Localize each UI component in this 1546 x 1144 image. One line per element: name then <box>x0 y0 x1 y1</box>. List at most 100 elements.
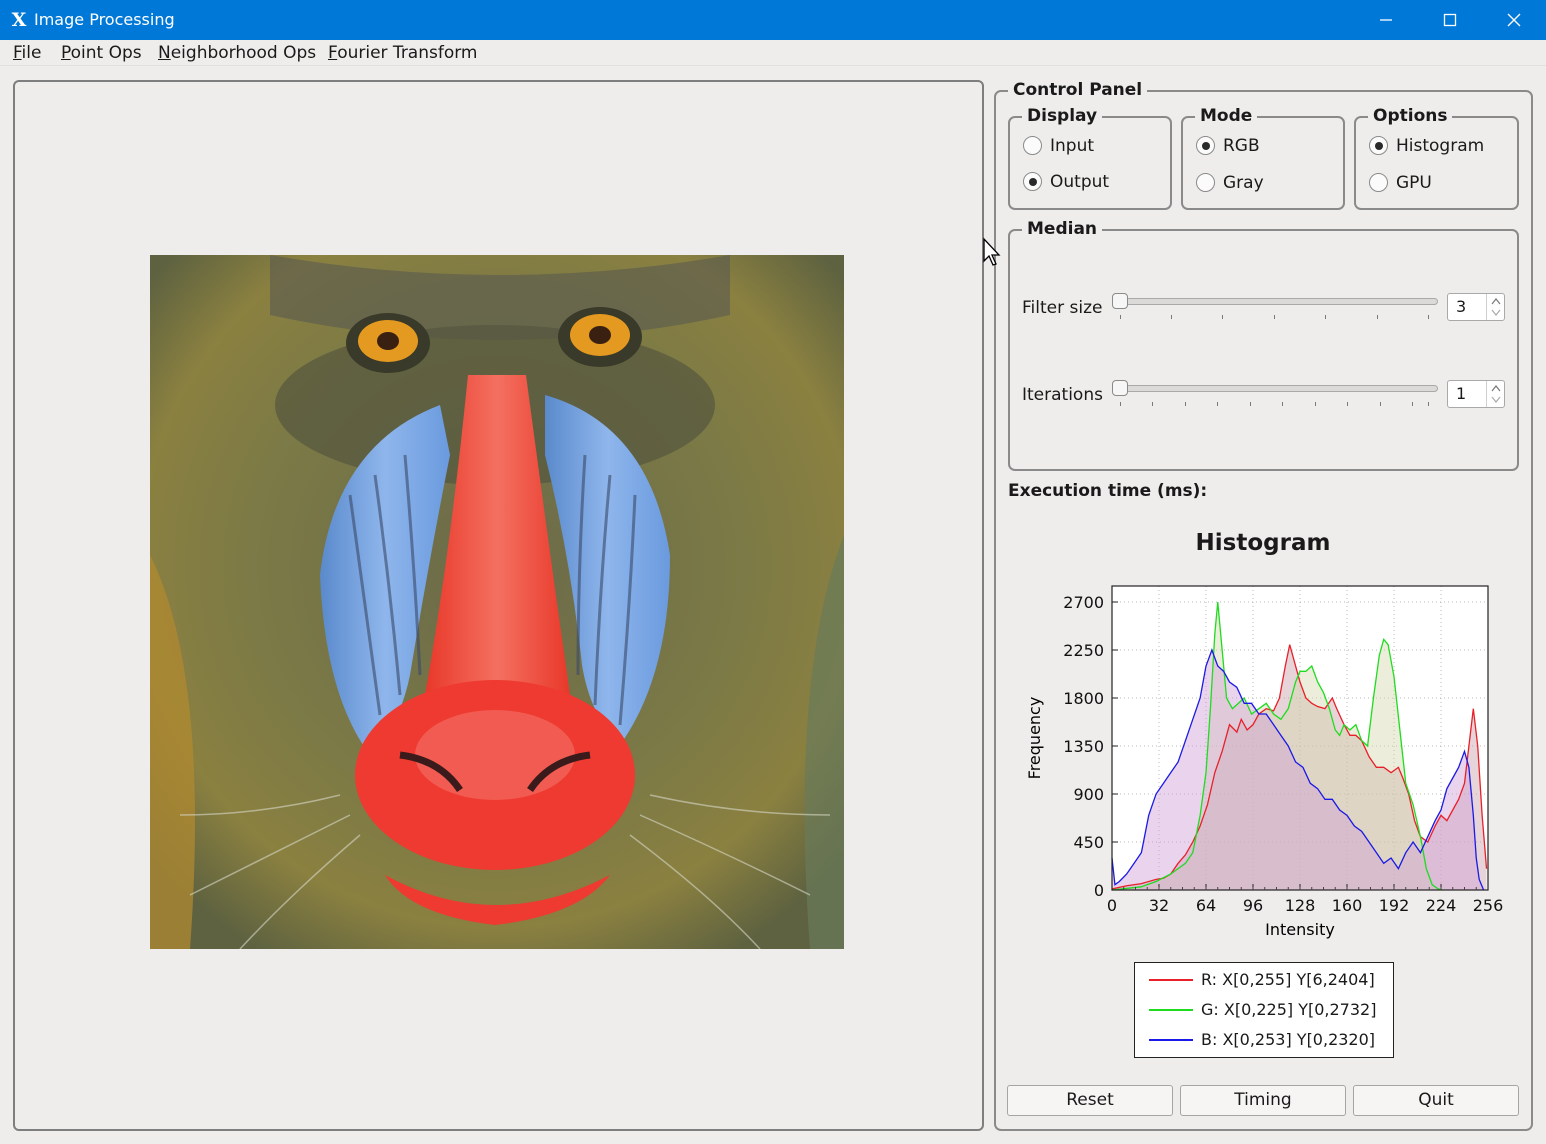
menu-file[interactable]: File <box>13 43 41 63</box>
mode-group-title: Mode <box>1195 106 1258 126</box>
execution-time-label: Execution time (ms): <box>1008 481 1208 501</box>
slider-tick <box>1347 402 1348 406</box>
menu-neighborhood-ops[interactable]: Neighborhood Ops <box>158 43 316 63</box>
radio-rgb-label: RGB <box>1223 136 1260 156</box>
radio-gpu-button[interactable] <box>1369 173 1388 192</box>
x-tick-label: 128 <box>1285 896 1316 915</box>
output-image <box>150 255 844 949</box>
spin-arrows[interactable] <box>1486 294 1504 320</box>
display-group: Display Input Output <box>1008 106 1172 210</box>
legend-text-b: B: X[0,253] Y[0,2320] <box>1201 1030 1376 1049</box>
x-app-icon: X <box>11 9 27 31</box>
radio-gpu-label: GPU <box>1396 173 1432 193</box>
filter-size-slider-handle[interactable] <box>1112 293 1128 309</box>
menu-point-ops[interactable]: Point Ops <box>61 43 142 63</box>
slider-tick <box>1120 402 1121 406</box>
legend-line-r <box>1149 979 1193 981</box>
slider-tick <box>1274 315 1275 319</box>
minimize-icon <box>1380 19 1392 21</box>
options-group: Options Histogram GPU <box>1354 106 1519 210</box>
radio-output-button[interactable] <box>1023 172 1042 191</box>
iterations-slider[interactable] <box>1114 385 1438 392</box>
slider-tick <box>1120 315 1121 319</box>
y-tick-label: 450 <box>1073 833 1104 852</box>
radio-input-label: Input <box>1050 136 1095 156</box>
y-tick-label: 2700 <box>1063 593 1104 612</box>
menu-bar: File Point Ops Neighborhood Ops Fourier … <box>0 40 1546 66</box>
mandrill-image <box>150 255 844 949</box>
legend-line-g <box>1149 1009 1193 1011</box>
radio-histogram-button[interactable] <box>1369 136 1388 155</box>
mode-group: Mode RGB Gray <box>1181 106 1345 210</box>
timing-button[interactable]: Timing <box>1180 1085 1346 1116</box>
legend-text-g: G: X[0,225] Y[0,2732] <box>1201 1000 1377 1019</box>
y-axis-label: Frequency <box>1025 697 1044 780</box>
minimize-button[interactable] <box>1354 0 1418 40</box>
chart-title: Histogram <box>1195 530 1331 556</box>
slider-tick <box>1428 402 1429 406</box>
median-group: Median Filter size 3 Iterations 1 <box>1008 219 1519 471</box>
mouse-cursor-icon <box>983 237 1001 266</box>
display-group-title: Display <box>1022 106 1103 126</box>
spin-arrows-icon <box>1491 298 1501 316</box>
legend-text-r: R: X[0,255] Y[6,2404] <box>1201 970 1375 989</box>
close-button[interactable] <box>1482 0 1546 40</box>
slider-tick <box>1171 315 1172 319</box>
slider-tick <box>1325 315 1326 319</box>
slider-tick <box>1185 402 1186 406</box>
iterations-label: Iterations <box>1022 385 1103 405</box>
filter-size-slider[interactable] <box>1114 298 1438 305</box>
spin-arrows-icon <box>1491 385 1501 403</box>
control-panel-title: Control Panel <box>1008 80 1148 100</box>
chart-legend: R: X[0,255] Y[6,2404] G: X[0,225] Y[0,27… <box>1134 962 1394 1058</box>
close-icon <box>1507 13 1521 27</box>
x-tick-label: 96 <box>1243 896 1263 915</box>
filter-size-spinbox[interactable]: 3 <box>1447 293 1505 321</box>
x-tick-label: 256 <box>1473 896 1504 915</box>
x-tick-label: 32 <box>1149 896 1169 915</box>
maximize-button[interactable] <box>1418 0 1482 40</box>
slider-tick <box>1282 402 1283 406</box>
x-tick-label: 224 <box>1426 896 1457 915</box>
maximize-icon <box>1443 13 1457 27</box>
iterations-slider-handle[interactable] <box>1112 380 1128 396</box>
median-group-title: Median <box>1022 219 1103 239</box>
iterations-spinbox[interactable]: 1 <box>1447 380 1505 408</box>
radio-output-label: Output <box>1050 172 1110 192</box>
x-tick-label: 160 <box>1332 896 1363 915</box>
reset-button[interactable]: Reset <box>1007 1085 1173 1116</box>
menu-fourier-transform[interactable]: Fourier Transform <box>328 43 478 63</box>
y-tick-label: 1350 <box>1063 737 1104 756</box>
slider-tick <box>1250 402 1251 406</box>
radio-histogram-label: Histogram <box>1396 136 1485 156</box>
window-title: Image Processing <box>34 10 175 29</box>
y-tick-label: 0 <box>1094 881 1104 900</box>
radio-input-button[interactable] <box>1023 136 1042 155</box>
filter-size-label: Filter size <box>1022 298 1103 318</box>
slider-tick <box>1428 315 1429 319</box>
spin-arrows[interactable] <box>1486 381 1504 407</box>
image-viewer-panel <box>13 80 984 1131</box>
radio-gray-button[interactable] <box>1196 173 1215 192</box>
y-tick-label: 2250 <box>1063 641 1104 660</box>
title-bar: X Image Processing <box>0 0 1546 40</box>
slider-tick <box>1217 402 1218 406</box>
options-group-title: Options <box>1368 106 1453 126</box>
filter-size-value: 3 <box>1456 297 1467 316</box>
x-axis-label: Intensity <box>1265 920 1335 939</box>
histogram-chart: 0 32 64 96 128 160 192 224 256 0 450 900 1350 1800 225… <box>1025 585 1504 939</box>
x-tick-label: 64 <box>1196 896 1216 915</box>
radio-rgb-button[interactable] <box>1196 136 1215 155</box>
x-tick-label: 192 <box>1379 896 1410 915</box>
slider-tick <box>1412 402 1413 406</box>
radio-gray-label: Gray <box>1223 173 1264 193</box>
quit-button[interactable]: Quit <box>1353 1085 1519 1116</box>
iterations-value: 1 <box>1456 384 1467 403</box>
x-tick-label: 0 <box>1107 896 1117 915</box>
slider-tick <box>1377 315 1378 319</box>
legend-line-b <box>1149 1039 1193 1041</box>
y-tick-label: 900 <box>1073 785 1104 804</box>
slider-tick <box>1380 402 1381 406</box>
slider-tick <box>1222 315 1223 319</box>
slider-tick <box>1152 402 1153 406</box>
